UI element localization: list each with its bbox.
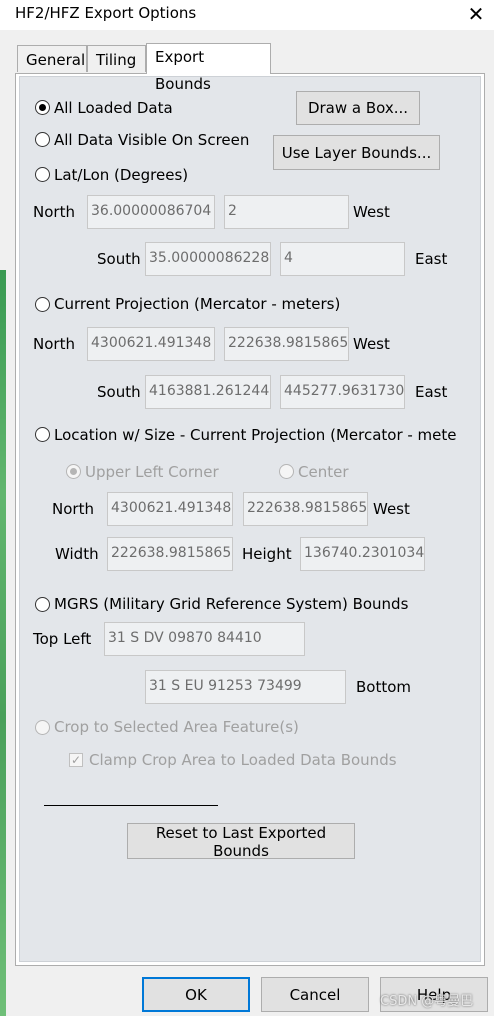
use-layer-bounds-button[interactable]: Use Layer Bounds... xyxy=(273,135,440,170)
mgrs-bottom-label: Bottom xyxy=(356,678,412,696)
locsize-north-label: North xyxy=(52,500,94,518)
latlon-label: Lat/Lon (Degrees) xyxy=(54,166,189,184)
upper-left-corner-label: Upper Left Corner xyxy=(85,463,219,481)
locsize-width-field[interactable]: 222638.9815865 xyxy=(107,537,233,571)
tab-tiling[interactable]: Tiling xyxy=(87,45,146,72)
watermark: CSDN @粤曼巴 xyxy=(380,994,474,1009)
radio-all-loaded-data[interactable] xyxy=(35,100,50,115)
locsize-west-label: West xyxy=(373,500,410,518)
divider-line xyxy=(44,805,218,806)
cancel-button[interactable]: Cancel xyxy=(261,977,369,1012)
latlon-north-field[interactable]: 36.00000086704 xyxy=(87,195,215,229)
locsize-north-field[interactable]: 4300621.491348 xyxy=(107,492,233,526)
mgrs-top-left-field[interactable]: 31 S DV 09870 84410 xyxy=(104,622,305,656)
locsize-west-field[interactable]: 222638.9815865 xyxy=(243,492,368,526)
tab-general[interactable]: General xyxy=(17,45,87,72)
location-size-label: Location w/ Size - Current Projection (M… xyxy=(54,426,457,444)
radio-current-projection[interactable] xyxy=(35,297,50,312)
radio-upper-left-corner[interactable] xyxy=(66,464,81,479)
locsize-width-label: Width xyxy=(55,545,99,563)
latlon-west-field[interactable]: 2 xyxy=(224,195,349,229)
mgrs-top-left-label: Top Left xyxy=(33,630,92,648)
latlon-north-label: North xyxy=(33,203,75,221)
background-map-strip xyxy=(0,270,6,1016)
reset-bounds-button[interactable]: Reset to Last Exported Bounds xyxy=(127,823,355,860)
ok-button[interactable]: OK xyxy=(142,977,250,1012)
latlon-south-label: South xyxy=(97,250,141,268)
radio-location-size[interactable] xyxy=(35,427,50,442)
close-icon[interactable]: ✕ xyxy=(464,3,488,25)
window-title: HF2/HFZ Export Options xyxy=(15,4,197,22)
draw-box-button[interactable]: Draw a Box... xyxy=(296,91,420,125)
center-label: Center xyxy=(298,463,349,481)
latlon-east-field[interactable]: 4 xyxy=(280,242,405,276)
proj-west-label: West xyxy=(353,335,390,353)
mgrs-bottom-right-field[interactable]: 31 S EU 91253 73499 xyxy=(145,670,346,704)
proj-south-field[interactable]: 4163881.261244 xyxy=(145,375,271,409)
radio-latlon[interactable] xyxy=(35,167,50,182)
latlon-south-field[interactable]: 35.00000086228 xyxy=(145,242,271,276)
radio-mgrs[interactable] xyxy=(35,597,50,612)
proj-east-field[interactable]: 445277.9631730 xyxy=(280,375,405,409)
proj-west-field[interactable]: 222638.9815865 xyxy=(224,327,349,361)
clamp-label: Clamp Crop Area to Loaded Data Bounds xyxy=(89,751,397,769)
proj-south-label: South xyxy=(97,383,141,401)
radio-all-data-visible[interactable] xyxy=(35,132,50,147)
proj-north-field[interactable]: 4300621.491348 xyxy=(87,327,215,361)
locsize-height-field[interactable]: 136740.2301034 xyxy=(300,537,425,571)
crop-label: Crop to Selected Area Feature(s) xyxy=(54,718,299,736)
clamp-checkbox[interactable]: ✓ xyxy=(69,753,83,767)
mgrs-label: MGRS (Military Grid Reference System) Bo… xyxy=(54,595,409,613)
latlon-east-label: East xyxy=(415,250,448,268)
radio-center[interactable] xyxy=(279,464,294,479)
proj-east-label: East xyxy=(415,383,448,401)
locsize-height-label: Height xyxy=(242,545,292,563)
all-loaded-data-label: All Loaded Data xyxy=(54,99,173,117)
radio-crop-selected-area[interactable] xyxy=(35,720,50,735)
current-projection-label: Current Projection (Mercator - meters) xyxy=(54,295,341,313)
latlon-west-label: West xyxy=(353,203,390,221)
proj-north-label: North xyxy=(33,335,75,353)
title-bar: HF2/HFZ Export Options ✕ xyxy=(0,0,494,30)
tab-export-bounds[interactable]: Export Bounds xyxy=(146,43,271,93)
all-data-visible-label: All Data Visible On Screen xyxy=(54,131,250,149)
